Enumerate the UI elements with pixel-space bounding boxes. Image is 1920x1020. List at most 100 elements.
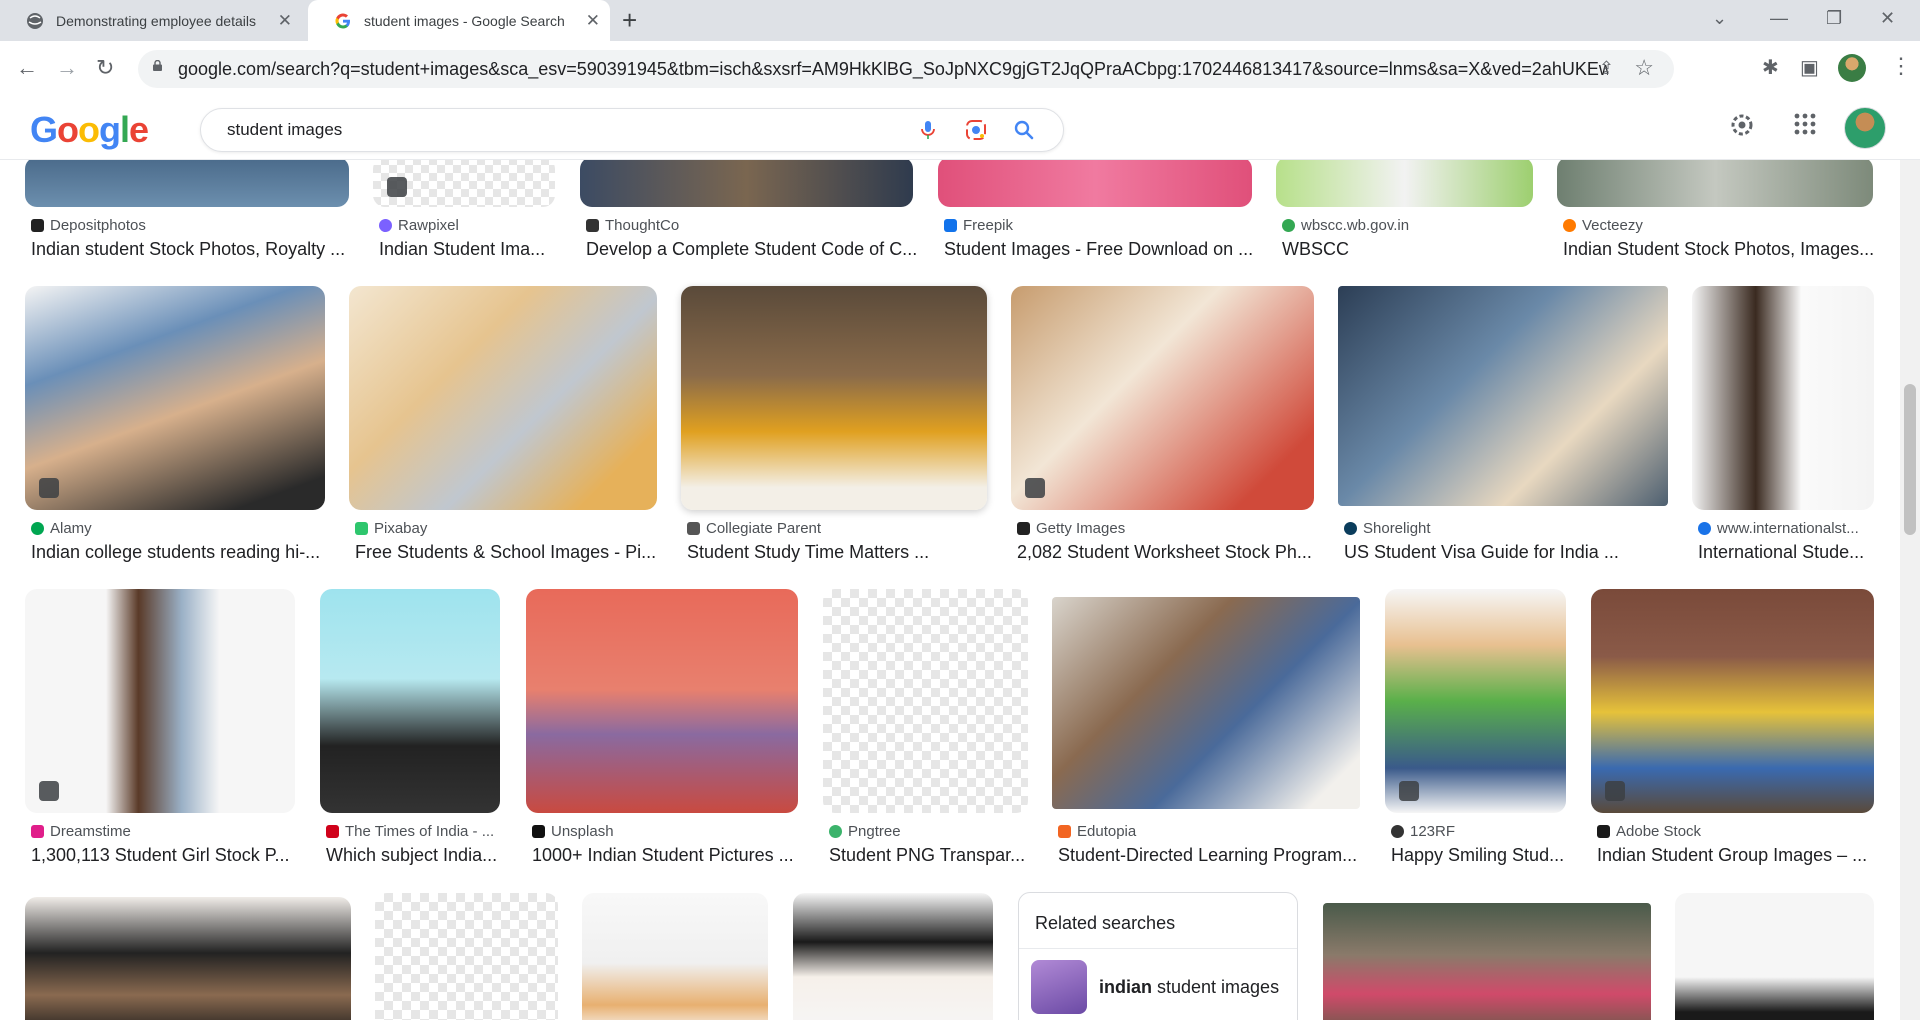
result-title[interactable]: Happy Smiling Stud... bbox=[1391, 845, 1572, 866]
result-thumbnail[interactable] bbox=[25, 159, 349, 207]
source-favicon-icon bbox=[829, 825, 842, 838]
result-title[interactable]: 1000+ Indian Student Pictures ... bbox=[532, 845, 804, 866]
google-g-icon bbox=[335, 13, 350, 28]
source-favicon-icon bbox=[31, 825, 44, 838]
sidepanel-icon[interactable]: ▣ bbox=[1800, 57, 1819, 79]
result-thumbnail[interactable] bbox=[823, 589, 1028, 813]
result-thumbnail[interactable] bbox=[1385, 589, 1566, 813]
result-source: Shorelight bbox=[1344, 520, 1431, 537]
result-title[interactable]: 1,300,113 Student Girl Stock P... bbox=[31, 845, 301, 866]
related-thumbnail[interactable] bbox=[1031, 960, 1087, 1014]
result-title[interactable]: Student Images - Free Download on ... bbox=[944, 239, 1258, 260]
result-title[interactable]: Student-Directed Learning Program... bbox=[1058, 845, 1366, 866]
result-title[interactable]: Student Study Time Matters ... bbox=[687, 542, 993, 563]
result-title[interactable]: 2,082 Student Worksheet Stock Ph... bbox=[1017, 542, 1320, 563]
apps-grid-icon[interactable] bbox=[1792, 111, 1818, 137]
result-thumbnail[interactable] bbox=[25, 589, 295, 813]
result-title[interactable]: Indian student Stock Photos, Royalty ... bbox=[31, 239, 356, 260]
extensions-icon[interactable]: ✱ bbox=[1762, 57, 1779, 79]
image-badge-icon bbox=[39, 781, 59, 801]
source-favicon-icon bbox=[944, 219, 957, 232]
voice-search-icon[interactable] bbox=[915, 117, 941, 143]
result-source: Unsplash bbox=[532, 823, 614, 840]
result-thumbnail[interactable] bbox=[1338, 286, 1668, 506]
result-thumbnail[interactable] bbox=[526, 589, 798, 813]
result-thumbnail[interactable] bbox=[349, 286, 657, 510]
result-title[interactable]: Indian Student Ima... bbox=[379, 239, 561, 260]
result-thumbnail[interactable] bbox=[1011, 286, 1314, 510]
tab-title: Demonstrating employee details bbox=[56, 12, 256, 29]
share-icon[interactable]: ⇪ bbox=[1599, 58, 1614, 79]
result-thumbnail[interactable] bbox=[1692, 286, 1874, 510]
tab-google-search[interactable]: student images - Google Search ✕ bbox=[308, 0, 610, 41]
menu-icon[interactable]: ⋮ bbox=[1890, 53, 1912, 79]
result-thumbnail[interactable] bbox=[375, 893, 558, 1020]
result-thumbnail[interactable] bbox=[938, 159, 1252, 207]
result-thumbnail[interactable] bbox=[793, 893, 993, 1020]
result-title[interactable]: Indian college students reading hi-... bbox=[31, 542, 331, 563]
forward-icon[interactable]: → bbox=[56, 55, 78, 81]
close-window-icon[interactable]: ✕ bbox=[1880, 8, 1895, 29]
result-thumbnail[interactable] bbox=[1591, 589, 1874, 813]
source-favicon-icon bbox=[1017, 522, 1030, 535]
source-favicon-icon bbox=[1282, 219, 1295, 232]
result-title[interactable]: Indian Student Stock Photos, Images... bbox=[1563, 239, 1879, 260]
star-icon[interactable]: ☆ bbox=[1634, 55, 1654, 81]
profile-avatar[interactable] bbox=[1838, 54, 1866, 82]
search-icon[interactable] bbox=[1011, 117, 1037, 143]
scrollbar-thumb[interactable] bbox=[1904, 384, 1916, 535]
result-thumbnail[interactable] bbox=[582, 893, 768, 1020]
result-source: ThoughtCo bbox=[586, 217, 679, 234]
source-favicon-icon bbox=[355, 522, 368, 535]
account-avatar[interactable] bbox=[1844, 107, 1886, 149]
result-title[interactable]: Develop a Complete Student Code of C... bbox=[586, 239, 919, 260]
result-thumbnail[interactable] bbox=[1557, 159, 1873, 207]
tab-search-icon[interactable]: ⌄ bbox=[1712, 8, 1727, 29]
settings-gear-icon[interactable] bbox=[1728, 111, 1756, 139]
source-favicon-icon bbox=[31, 219, 44, 232]
result-thumbnail[interactable] bbox=[25, 897, 351, 1020]
result-thumbnail[interactable] bbox=[580, 159, 913, 207]
result-title[interactable]: Student PNG Transpar... bbox=[829, 845, 1034, 866]
result-title[interactable]: WBSCC bbox=[1282, 239, 1539, 260]
lock-icon bbox=[153, 60, 162, 71]
minimize-icon[interactable]: — bbox=[1770, 8, 1788, 29]
result-title[interactable]: Free Students & School Images - Pi... bbox=[355, 542, 663, 563]
result-thumbnail[interactable] bbox=[1052, 597, 1360, 809]
search-input[interactable] bbox=[225, 117, 879, 143]
result-source: Edutopia bbox=[1058, 823, 1136, 840]
result-thumbnail[interactable] bbox=[25, 286, 325, 510]
result-title[interactable]: US Student Visa Guide for India ... bbox=[1344, 542, 1674, 563]
lens-search-icon[interactable] bbox=[963, 117, 989, 143]
back-icon[interactable]: ← bbox=[16, 55, 38, 81]
result-thumbnail[interactable] bbox=[681, 286, 987, 510]
new-tab-icon[interactable]: + bbox=[622, 7, 637, 33]
result-title[interactable]: International Stude... bbox=[1698, 542, 1880, 563]
related-search-text[interactable]: indian student images bbox=[1099, 977, 1279, 998]
reload-icon[interactable]: ↻ bbox=[96, 55, 114, 81]
result-thumbnail[interactable] bbox=[1323, 903, 1651, 1020]
tab-employee-details[interactable]: Demonstrating employee details ✕ bbox=[0, 0, 302, 41]
related-searches-heading: Related searches bbox=[1035, 913, 1176, 933]
page-scrollbar[interactable] bbox=[1900, 97, 1920, 1020]
result-title[interactable]: Which subject India... bbox=[326, 845, 506, 866]
result-thumbnail[interactable] bbox=[1276, 159, 1533, 207]
source-favicon-icon bbox=[1563, 219, 1576, 232]
result-source: Adobe Stock bbox=[1597, 823, 1701, 840]
image-results-grid: Depositphotos Indian student Stock Photo… bbox=[0, 159, 1900, 1020]
result-title[interactable]: Indian Student Group Images – ... bbox=[1597, 845, 1880, 866]
source-name: Depositphotos bbox=[50, 217, 146, 234]
close-tab-icon[interactable]: ✕ bbox=[586, 12, 600, 29]
source-favicon-icon bbox=[1597, 825, 1610, 838]
address-bar[interactable]: google.com/search?q=student+images&sca_e… bbox=[138, 50, 1674, 88]
source-favicon-icon bbox=[1698, 522, 1711, 535]
close-tab-icon[interactable]: ✕ bbox=[278, 12, 292, 29]
result-thumbnail[interactable] bbox=[1675, 893, 1874, 1020]
google-header: Google bbox=[0, 97, 1920, 160]
result-source: Vecteezy bbox=[1563, 217, 1643, 234]
result-thumbnail[interactable] bbox=[373, 159, 555, 207]
source-name: Dreamstime bbox=[50, 823, 131, 840]
google-logo[interactable]: Google bbox=[30, 109, 149, 151]
maximize-icon[interactable]: ❐ bbox=[1826, 8, 1842, 29]
result-thumbnail[interactable] bbox=[320, 589, 500, 813]
